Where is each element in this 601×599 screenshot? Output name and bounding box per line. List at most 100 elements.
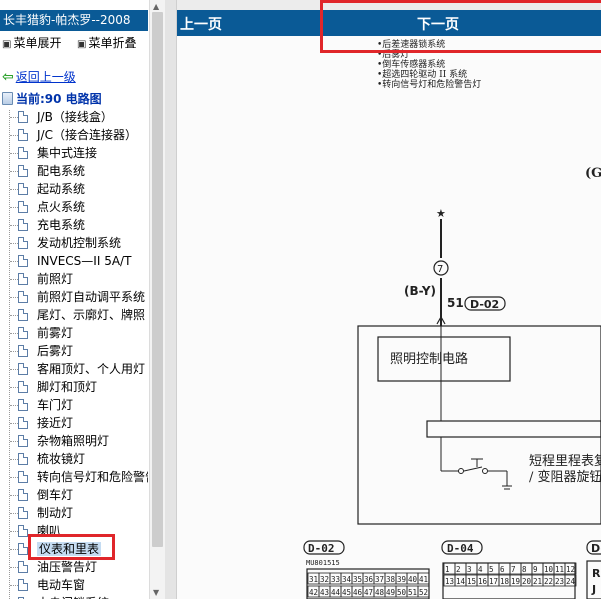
system-line-3: •倒车传感器系统: [377, 58, 445, 70]
system-line-2: •后雾灯: [377, 49, 409, 60]
connector-b-label: D-04: [447, 542, 474, 555]
menu-controls: ▣ 菜单展开 ▣ 菜单折叠: [0, 34, 148, 52]
connector-pin-number: 22: [544, 577, 553, 586]
connector-a-part: MU801515: [306, 559, 340, 567]
scroll-up-icon[interactable]: ▲: [153, 2, 159, 11]
current-node-label: 当前:90 电路图: [16, 92, 102, 106]
connector-pin-number: 24: [566, 577, 576, 586]
menu-collapse-button[interactable]: ▣ 菜单折叠: [77, 34, 136, 51]
scrollbar-thumb[interactable]: [152, 12, 163, 547]
back-arrow-icon: ⇦: [2, 69, 14, 85]
connector-c-text2: J: [591, 583, 596, 596]
tree-item[interactable]: 转向信号灯和危险警告: [0, 468, 148, 486]
folder-icon: [2, 92, 13, 105]
app-title: 长丰猎豹-帕杰罗--2008: [0, 10, 148, 31]
tree-item-label: 梳妆镜灯: [37, 452, 86, 466]
tree-item[interactable]: 喇叭: [0, 522, 148, 540]
tree-connector: [10, 225, 18, 226]
tree-connector: [10, 423, 18, 424]
tree-item[interactable]: 油压警告灯: [0, 558, 148, 576]
back-link[interactable]: 返回上一级: [16, 70, 76, 84]
connector-pin-number: 19: [511, 577, 520, 586]
connector-c-text: R: [592, 567, 601, 580]
document-icon: [18, 543, 28, 555]
wiring-diagram: •后差速器锁系统 •后雾灯 •倒车传感器系统 •超选四轮驱动 II 系统 •转向…: [303, 38, 601, 599]
menu-collapse-label: 菜单折叠: [88, 36, 137, 50]
tree-connector: [10, 135, 18, 136]
page-nav-bar: 上一页 下一页: [177, 10, 601, 36]
connector-pin-number: 47: [364, 588, 373, 597]
document-icon: [18, 561, 28, 573]
content-pane: 上一页 下一页 •后差速器锁系统 •后雾灯 •倒车传感器系统 •超选四轮驱动 I…: [165, 0, 601, 599]
connector-pin-number: 33: [331, 575, 340, 584]
prev-page-button[interactable]: 上一页: [180, 14, 222, 34]
tree-item[interactable]: 尾灯、示廓灯、牌照: [0, 306, 148, 324]
document-icon: [18, 417, 28, 429]
connector-label-main: D-02: [470, 298, 499, 311]
connector-pin-number: 52: [419, 588, 428, 597]
tree-item-label: 车门灯: [37, 398, 74, 412]
tree-item[interactable]: 电动车窗: [0, 576, 148, 594]
document-icon: [18, 525, 28, 537]
tree-item[interactable]: 梳妆镜灯: [0, 450, 148, 468]
connector-pin-number: 43: [320, 588, 329, 597]
tree-item[interactable]: 脚灯和顶灯: [0, 378, 148, 396]
lighting-circuit-label: 照明控制电路: [390, 351, 468, 367]
back-link-row[interactable]: ⇦ 返回上一级: [2, 68, 76, 85]
tree-item[interactable]: 点火系统: [0, 198, 148, 216]
tree-item-label: 倒车灯: [37, 488, 74, 502]
connector-pin-number: 15: [467, 577, 476, 586]
tree-item-label: 油压警告灯: [37, 560, 98, 574]
document-icon: [18, 489, 28, 501]
tree-item[interactable]: 倒车灯: [0, 486, 148, 504]
tree-connector: [10, 477, 18, 478]
tree-item-label: 前照灯: [37, 272, 74, 286]
connector-pin-number: 9: [533, 565, 538, 574]
connector-pin-number: 35: [353, 575, 362, 584]
tree-item[interactable]: 发动机控制系统: [0, 234, 148, 252]
pin-number: 51: [447, 296, 464, 310]
menu-expand-button[interactable]: ▣ 菜单展开: [2, 34, 61, 51]
tree-item[interactable]: 仪表和里表: [0, 540, 148, 558]
document-icon: [18, 165, 28, 177]
tree-item[interactable]: 充电系统: [0, 216, 148, 234]
connector-pin-number: 20: [522, 577, 532, 586]
tree-connector: [10, 189, 18, 190]
expand-icon: ▣: [2, 39, 12, 50]
document-icon: [18, 453, 28, 465]
next-page-button[interactable]: 下一页: [417, 14, 459, 34]
vertical-scrollbar[interactable]: ▲ ▼: [149, 0, 165, 599]
tree-item[interactable]: 杂物箱照明灯: [0, 432, 148, 450]
tree-item[interactable]: 中央门锁系统: [0, 594, 148, 599]
tree-item-label: 制动灯: [37, 506, 74, 520]
tree-item[interactable]: INVECS—II 5A/T: [0, 252, 148, 270]
tree-connector: [10, 513, 18, 514]
connector-pin-number: 21: [533, 577, 542, 586]
connector-pin-number: 17: [489, 577, 498, 586]
tree-connector: [10, 351, 18, 352]
tree-item[interactable]: 前雾灯: [0, 324, 148, 342]
tree-item[interactable]: 客厢顶灯、个人用灯: [0, 360, 148, 378]
tree-item[interactable]: 起动系统: [0, 180, 148, 198]
system-line-5: •转向信号灯和危险警告灯: [377, 78, 481, 90]
tree-item[interactable]: 集中式连接: [0, 144, 148, 162]
connector-pin-number: 38: [386, 575, 396, 584]
document-icon: [18, 201, 28, 213]
tree-item[interactable]: 制动灯: [0, 504, 148, 522]
tree-item-label: J/C（接合连接器）: [37, 128, 137, 142]
connector-pin-number: 14: [456, 577, 466, 586]
connector-a-label: D-02: [308, 542, 335, 555]
tree-item[interactable]: 前照灯: [0, 270, 148, 288]
connector-pin-number: 45: [342, 588, 351, 597]
tree-item[interactable]: 配电系统: [0, 162, 148, 180]
tree-item[interactable]: 接近灯: [0, 414, 148, 432]
tree-item[interactable]: 后雾灯: [0, 342, 148, 360]
tree-item[interactable]: 前照灯自动调平系统: [0, 288, 148, 306]
scroll-down-icon[interactable]: ▼: [153, 588, 159, 597]
tree-item[interactable]: 车门灯: [0, 396, 148, 414]
document-icon: [18, 255, 28, 267]
tree-item[interactable]: J/C（接合连接器）: [0, 126, 148, 144]
meter-label-2: / 变阻器旋钮: [529, 469, 601, 485]
corner-label: (G: [585, 166, 601, 181]
tree-item[interactable]: J/B（接线盒）: [0, 108, 148, 126]
